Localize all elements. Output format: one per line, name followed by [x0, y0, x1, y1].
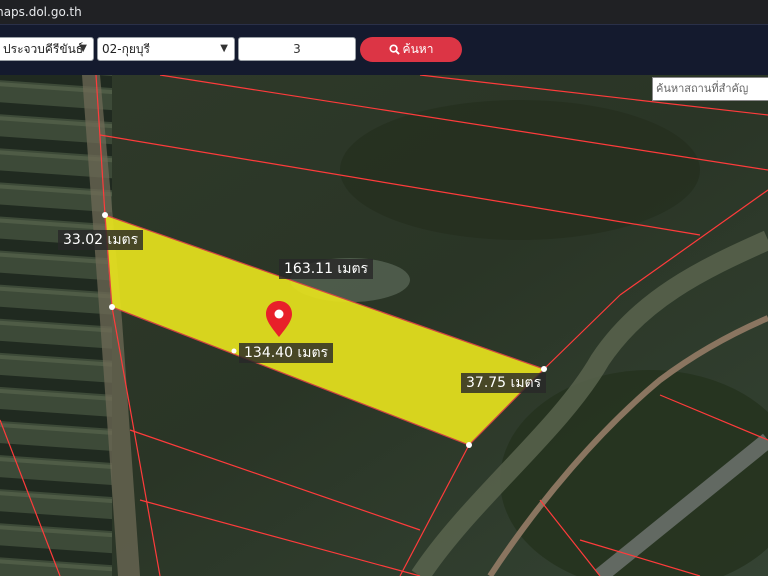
- search-icon: [389, 44, 400, 55]
- district-select[interactable]: 02-กุยบุรี ▼: [97, 37, 235, 61]
- url-text: maps.dol.go.th: [0, 5, 82, 19]
- distance-label-west: 33.02 เมตร: [58, 230, 144, 250]
- browser-address-bar[interactable]: maps.dol.go.th: [0, 0, 768, 24]
- parcel-number-input[interactable]: 3: [238, 37, 356, 61]
- satellite-map[interactable]: [0, 75, 768, 576]
- province-select[interactable]: ประจวบคีรีขันธ์ ▼: [0, 37, 94, 61]
- parcel-vertex[interactable]: [466, 442, 472, 448]
- parcel-vertex[interactable]: [541, 366, 547, 372]
- search-button[interactable]: ค้นหา: [360, 37, 462, 62]
- chevron-down-icon: ▼: [220, 43, 228, 54]
- distance-label-south: 134.40 เมตร: [239, 343, 334, 363]
- place-search-input[interactable]: ค้นหาสถานที่สำคัญ: [652, 77, 768, 101]
- parcel-vertex[interactable]: [231, 348, 237, 354]
- search-toolbar: ประจวบคีรีขันธ์ ▼ 02-กุยบุรี ▼ 3 ค้นหา: [0, 24, 768, 75]
- search-button-label: ค้นหา: [402, 42, 434, 56]
- parcel-vertex[interactable]: [102, 212, 108, 218]
- tree-cover: [340, 100, 700, 240]
- district-value: 02-กุยบุรี: [102, 42, 150, 56]
- province-value: ประจวบคีรีขันธ์: [3, 42, 84, 56]
- distance-label-north: 163.11 เมตร: [279, 259, 374, 279]
- distance-label-east: 37.75 เมตร: [461, 373, 547, 393]
- chevron-down-icon: ▼: [79, 43, 87, 54]
- parcel-vertex[interactable]: [109, 304, 115, 310]
